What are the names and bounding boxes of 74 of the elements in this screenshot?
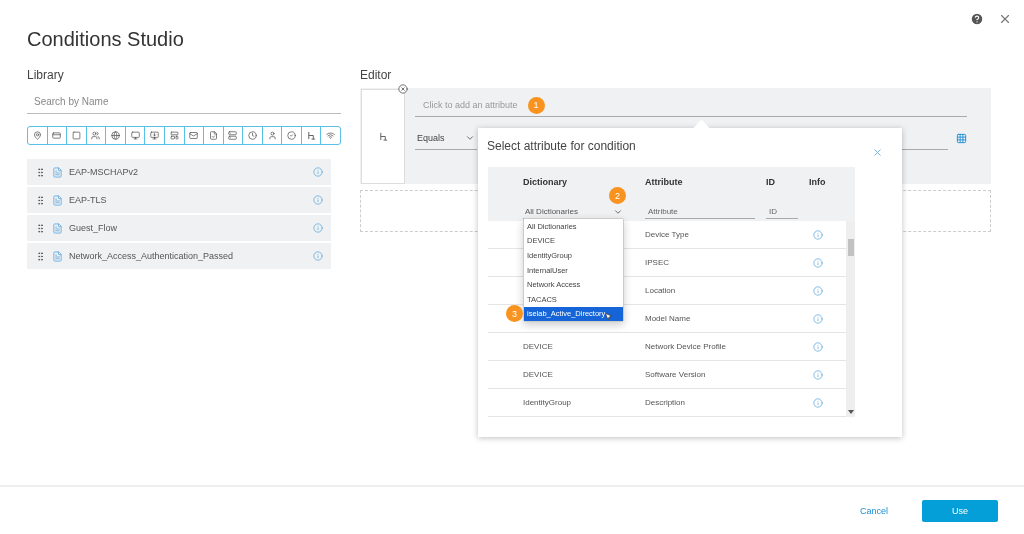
table-cell-text: IdentityGroup xyxy=(523,398,573,407)
table-cell-text: Location xyxy=(645,286,677,295)
grid-icon[interactable] xyxy=(956,133,967,144)
users-icon[interactable] xyxy=(91,131,101,140)
remove-icon[interactable] xyxy=(398,84,408,94)
monitor-icon[interactable] xyxy=(130,131,140,140)
column-header: Dictionary xyxy=(523,177,568,187)
step-badge: 2 xyxy=(609,187,626,204)
item-label: Network_Access_Authentication_Passed xyxy=(69,251,235,261)
document-icon xyxy=(52,250,63,262)
info-icon[interactable] xyxy=(813,285,823,296)
table-cell-text: Software Version xyxy=(645,370,707,379)
clock-icon[interactable] xyxy=(247,131,257,140)
drag-handle-icon[interactable] xyxy=(35,166,46,178)
id-filter[interactable]: ID xyxy=(766,205,798,219)
scroll-down-icon[interactable] xyxy=(847,410,854,414)
step-badge: 3 xyxy=(506,305,523,323)
branch-icon xyxy=(378,132,388,141)
info-icon[interactable] xyxy=(813,257,823,268)
item-label: EAP-MSCHAPv2 xyxy=(69,167,140,177)
scrollbar-thumb[interactable] xyxy=(847,239,854,256)
dialog-title: Select attribute for condition xyxy=(487,139,636,153)
library-item[interactable]: EAP-TLS xyxy=(27,187,331,213)
info-icon[interactable] xyxy=(813,313,823,324)
scrollbar[interactable] xyxy=(846,221,855,417)
table-cell-text: Network Device Profile xyxy=(645,342,727,351)
drag-handle-icon[interactable] xyxy=(35,194,46,206)
operator-select[interactable]: Equals xyxy=(415,127,477,150)
chevron-down-icon xyxy=(465,133,475,143)
layout-icon[interactable] xyxy=(169,131,179,140)
library-item[interactable]: Guest_Flow xyxy=(27,215,331,241)
branch-icon[interactable] xyxy=(306,131,316,140)
info-icon[interactable] xyxy=(813,369,823,380)
check-circle-icon[interactable] xyxy=(287,131,297,140)
step-badge: 1 xyxy=(527,96,545,114)
card-icon[interactable] xyxy=(52,131,62,140)
window-title: Conditions Studio xyxy=(27,28,184,52)
close-icon[interactable] xyxy=(872,147,883,158)
column-header: Info xyxy=(809,177,827,187)
globe-icon[interactable] xyxy=(111,131,121,140)
attribute-filter[interactable]: Attribute xyxy=(645,205,755,219)
info-icon[interactable] xyxy=(813,229,823,240)
column-header: Attribute xyxy=(645,177,684,187)
document-icon xyxy=(52,166,63,178)
info-icon[interactable] xyxy=(813,341,823,352)
info-icon[interactable] xyxy=(813,397,823,408)
item-label: Guest_Flow xyxy=(69,223,119,233)
column-header: ID xyxy=(766,177,776,187)
library-item[interactable]: EAP-MSCHAPv2 xyxy=(27,159,331,185)
table-cell-text: Device Type xyxy=(645,230,690,239)
wifi-icon[interactable] xyxy=(326,131,336,140)
drag-handle-icon[interactable] xyxy=(35,222,46,234)
table-cell-text: Description xyxy=(645,398,686,407)
square-icon[interactable] xyxy=(71,131,81,140)
document-icon[interactable] xyxy=(208,131,218,140)
library-item[interactable]: Network_Access_Authentication_Passed xyxy=(27,243,331,269)
close-icon[interactable] xyxy=(998,12,1012,26)
help-icon[interactable] xyxy=(970,12,984,26)
document-icon xyxy=(52,222,63,234)
server-icon[interactable] xyxy=(228,131,238,140)
drag-handle-icon[interactable] xyxy=(35,250,46,262)
editor-heading: Editor xyxy=(360,68,393,84)
table-cell-text: DEVICE xyxy=(523,370,554,379)
document-icon xyxy=(52,194,63,206)
item-label: EAP-TLS xyxy=(69,195,108,205)
library-heading: Library xyxy=(27,68,65,84)
table-cell-text: IPSEC xyxy=(645,258,670,267)
map-pin-icon[interactable] xyxy=(32,131,42,140)
cancel-button[interactable]: Cancel xyxy=(854,504,894,517)
table-cell-text: DEVICE xyxy=(523,342,554,351)
user-icon[interactable] xyxy=(267,131,277,140)
envelope-icon[interactable] xyxy=(189,131,199,140)
table-cell-text: Model Name xyxy=(645,314,692,323)
monitor-download-icon[interactable] xyxy=(150,131,160,140)
